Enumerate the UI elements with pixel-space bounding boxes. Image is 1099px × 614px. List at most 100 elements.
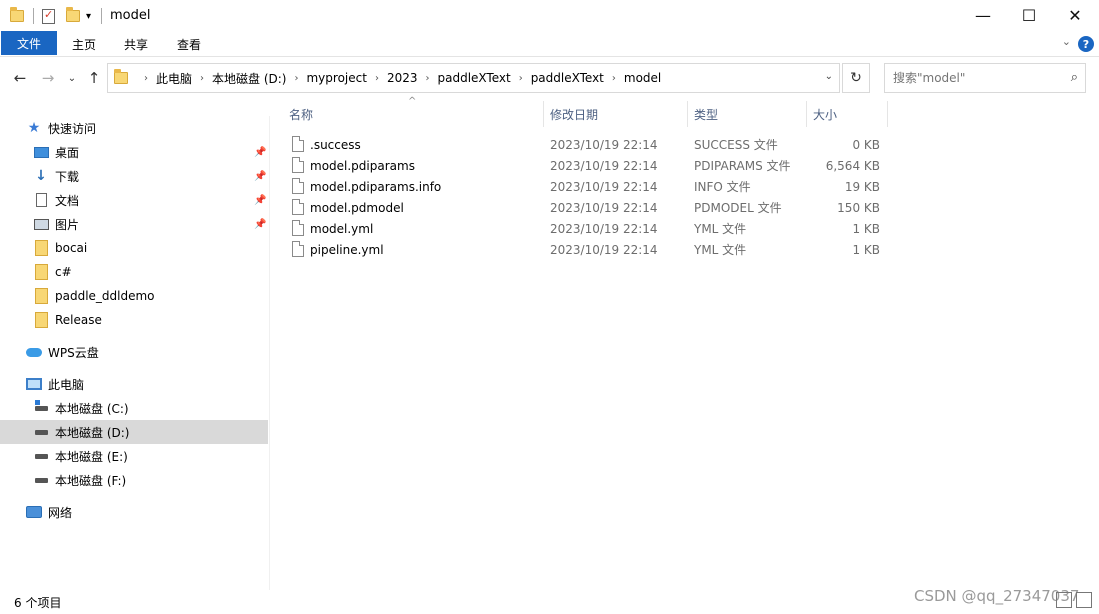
document-icon [33, 193, 49, 207]
chevron-right-icon: › [144, 72, 148, 84]
file-size: 1 KB [852, 221, 880, 236]
chevron-right-icon[interactable]: › [375, 73, 379, 84]
file-row[interactable]: pipeline.yml 2023/10/19 22:14 YML 文件 1 K… [286, 239, 886, 260]
back-arrow-icon[interactable]: ← [10, 68, 30, 88]
file-type: PDMODEL 文件 [694, 201, 782, 215]
file-size: 1 KB [852, 242, 880, 257]
file-date: 2023/10/19 22:14 [550, 200, 658, 215]
file-size: 150 KB [837, 200, 880, 215]
sidebar-item-documents[interactable]: 文档 📌 [0, 188, 268, 212]
sidebar-item-downloads[interactable]: ↓ 下载 📌 [0, 164, 268, 188]
column-header-type[interactable]: 类型 [688, 100, 806, 128]
address-bar[interactable]: › 此电脑 › 本地磁盘 (D:) › myproject › 2023 › p… [107, 63, 840, 93]
sidebar-item-drive-c[interactable]: 本地磁盘 (C:) [0, 396, 268, 420]
chevron-right-icon[interactable]: › [200, 73, 204, 84]
column-header-date[interactable]: 修改日期 [544, 100, 687, 128]
drive-icon [33, 473, 49, 487]
file-row[interactable]: model.yml 2023/10/19 22:14 YML 文件 1 KB [286, 218, 886, 239]
tab-home[interactable]: 主页 [64, 33, 104, 55]
sidebar-item-wps-cloud[interactable]: WPS云盘 [0, 340, 268, 364]
new-folder-icon[interactable] [66, 6, 80, 26]
details-view-icon[interactable] [1056, 592, 1072, 608]
refresh-button[interactable]: ↻ [842, 63, 870, 93]
file-name: .success [310, 137, 361, 152]
star-icon: ★ [27, 120, 41, 136]
column-header-size[interactable]: 大小 [807, 100, 887, 128]
file-date: 2023/10/19 22:14 [550, 179, 658, 194]
sidebar-item-folder[interactable]: bocai [0, 236, 268, 260]
large-icons-view-icon[interactable] [1076, 592, 1092, 608]
title-bar: ▾ model — ☐ ✕ [0, 0, 1099, 31]
minimize-button[interactable]: — [960, 0, 1006, 31]
folder-icon [33, 264, 49, 280]
maximize-button[interactable]: ☐ [1006, 0, 1052, 31]
forward-arrow-icon[interactable]: → [38, 68, 58, 88]
chevron-right-icon[interactable]: › [519, 73, 523, 84]
sidebar-item-desktop[interactable]: 桌面 📌 [0, 140, 268, 164]
sidebar-item-quick-access[interactable]: ★ 快速访问 [0, 116, 268, 140]
search-box[interactable]: ⌕ [884, 63, 1086, 93]
ribbon-expand-icon[interactable]: ⌄ [1062, 35, 1071, 48]
navigation-bar: ← → ⌄ ↑ › 此电脑 › 本地磁盘 (D:) › myproject › … [0, 62, 1099, 94]
properties-icon[interactable] [42, 6, 55, 26]
sidebar-item-network[interactable]: 网络 [0, 500, 268, 524]
folder-icon [33, 240, 49, 256]
folder-icon [114, 69, 128, 84]
tab-share[interactable]: 共享 [116, 33, 156, 55]
file-row[interactable]: model.pdmodel 2023/10/19 22:14 PDMODEL 文… [286, 197, 886, 218]
file-size: 6,564 KB [825, 158, 880, 173]
sidebar-item-this-pc[interactable]: 此电脑 [0, 372, 268, 396]
file-type: INFO 文件 [694, 180, 751, 194]
file-row[interactable]: model.pdiparams.info 2023/10/19 22:14 IN… [286, 176, 886, 197]
navigation-pane: ★ 快速访问 桌面 📌 ↓ 下载 📌 文档 📌 图片 📌 bocai c# pa… [0, 116, 270, 590]
file-icon [292, 241, 304, 257]
recent-locations-icon[interactable]: ⌄ [62, 68, 82, 88]
breadcrumb-item[interactable]: paddleXText [531, 71, 604, 85]
sidebar-item-folder[interactable]: paddle_ddldemo [0, 284, 268, 308]
up-arrow-icon[interactable]: ↑ [84, 68, 104, 88]
file-type: PDIPARAMS 文件 [694, 159, 791, 173]
download-icon: ↓ [35, 168, 47, 184]
breadcrumb-item[interactable]: model [624, 71, 661, 85]
search-icon[interactable]: ⌕ [1071, 70, 1078, 85]
tab-view[interactable]: 查看 [169, 33, 209, 55]
file-row[interactable]: model.pdiparams 2023/10/19 22:14 PDIPARA… [286, 155, 886, 176]
breadcrumb-item[interactable]: paddleXText [437, 71, 510, 85]
file-size: 0 KB [852, 137, 880, 152]
file-icon [292, 157, 304, 173]
folder-icon [10, 6, 24, 26]
breadcrumb-item[interactable]: 此电脑 [156, 70, 192, 87]
separator [33, 6, 34, 26]
folder-icon [33, 288, 49, 304]
file-name: model.yml [310, 221, 374, 236]
tab-file[interactable]: 文件 [1, 31, 57, 55]
sidebar-item-drive-e[interactable]: 本地磁盘 (E:) [0, 444, 268, 468]
desktop-icon [33, 145, 49, 159]
separator [101, 6, 102, 26]
file-date: 2023/10/19 22:14 [550, 137, 658, 152]
search-input[interactable] [885, 71, 1055, 85]
file-type: SUCCESS 文件 [694, 138, 778, 152]
customize-toolbar-icon[interactable]: ▾ [86, 6, 91, 26]
sidebar-item-drive-d[interactable]: 本地磁盘 (D:) [0, 420, 268, 444]
sidebar-item-folder[interactable]: c# [0, 260, 268, 284]
sidebar-item-pictures[interactable]: 图片 📌 [0, 212, 268, 236]
file-icon [292, 220, 304, 236]
sidebar-item-drive-f[interactable]: 本地磁盘 (F:) [0, 468, 268, 492]
chevron-right-icon[interactable]: › [612, 73, 616, 84]
help-icon[interactable]: ? [1078, 36, 1094, 52]
close-button[interactable]: ✕ [1052, 0, 1098, 31]
breadcrumb-item[interactable]: 本地磁盘 (D:) [212, 70, 286, 87]
item-count: 6 个项目 [14, 595, 62, 610]
chevron-down-icon[interactable]: ⌄ [825, 71, 833, 82]
chevron-right-icon[interactable]: › [425, 73, 429, 84]
window-title: model [110, 8, 151, 23]
sidebar-item-folder[interactable]: Release [0, 308, 268, 332]
chevron-right-icon[interactable]: › [294, 73, 298, 84]
file-type: YML 文件 [694, 222, 747, 236]
column-divider[interactable] [887, 101, 888, 127]
column-header-name[interactable]: 名称 [283, 100, 543, 128]
breadcrumb-item[interactable]: 2023 [387, 71, 418, 85]
file-row[interactable]: .success 2023/10/19 22:14 SUCCESS 文件 0 K… [286, 134, 886, 155]
breadcrumb-item[interactable]: myproject [306, 71, 366, 85]
